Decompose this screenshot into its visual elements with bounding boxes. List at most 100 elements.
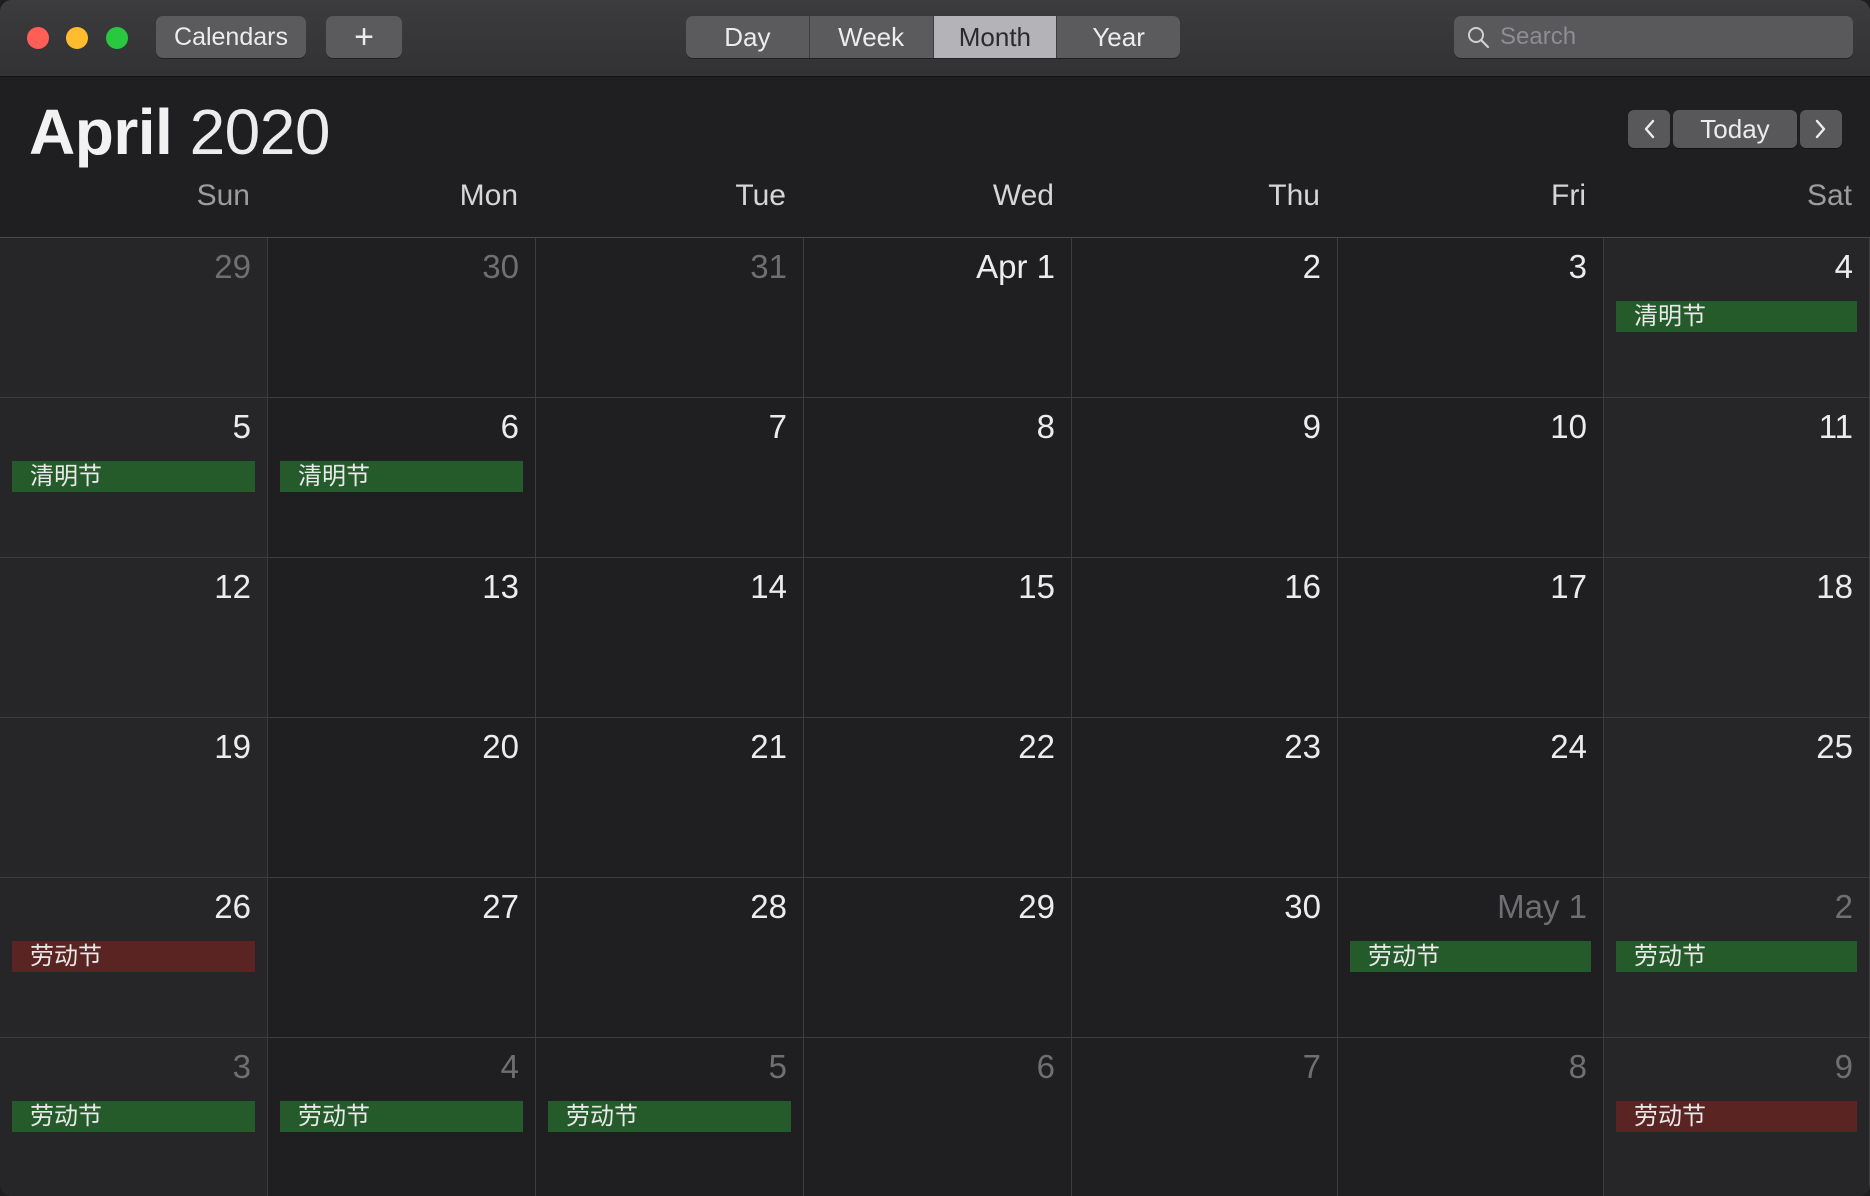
day-number: 19 [214,728,251,765]
day-cell[interactable]: 13 [268,558,536,718]
day-number: 30 [482,248,519,285]
day-number: 6 [1036,1048,1055,1085]
holiday-event[interactable]: 劳动节 [1350,941,1591,972]
day-cell[interactable]: 26 劳动节 [0,878,268,1038]
month-header: April 2020 Today Sun Mon Tue Wed Thu Fri Sat [0,77,1870,237]
holiday-event[interactable]: 劳动节 [280,1101,523,1132]
day-cell[interactable]: 8 [1338,1038,1604,1196]
day-cell[interactable]: 8 [804,398,1072,558]
holiday-event[interactable]: 劳动节 [12,1101,255,1132]
previous-month-button[interactable] [1628,110,1670,148]
day-cell[interactable]: 17 [1338,558,1604,718]
day-cell[interactable]: 27 [268,878,536,1038]
day-number: 3 [1568,248,1587,285]
view-year-button[interactable]: Year [1057,16,1180,58]
holiday-event[interactable]: 劳动节 [1616,1101,1857,1132]
day-cell[interactable]: 3 [1338,238,1604,398]
day-cell[interactable]: 24 [1338,718,1604,878]
day-cell[interactable]: 19 [0,718,268,878]
day-number: 8 [1568,1048,1587,1085]
day-cell[interactable]: 29 [0,238,268,398]
day-cell[interactable]: 7 [1072,1038,1338,1196]
calendars-button[interactable]: Calendars [156,16,306,58]
day-cell[interactable]: 2 [1072,238,1338,398]
day-number: 31 [750,248,787,285]
search-field[interactable] [1454,16,1853,58]
day-cell[interactable]: 11 [1604,398,1870,558]
day-cell[interactable]: 25 [1604,718,1870,878]
day-cell[interactable]: 30 [268,238,536,398]
day-cell[interactable]: 7 [536,398,804,558]
view-week-button[interactable]: Week [810,16,934,58]
day-cell[interactable]: 21 [536,718,804,878]
next-month-button[interactable] [1800,110,1842,148]
day-number: 29 [214,248,251,285]
holiday-event[interactable]: 清明节 [280,461,523,492]
day-number: 5 [768,1048,787,1085]
day-cell[interactable]: 3 劳动节 [0,1038,268,1196]
year-label: 2020 [189,96,331,168]
day-number: 13 [482,568,519,605]
search-icon [1468,27,1490,49]
day-cell[interactable]: 31 [536,238,804,398]
day-number: 30 [1284,888,1321,925]
today-button[interactable]: Today [1673,110,1797,148]
day-cell[interactable]: 6 [804,1038,1072,1196]
day-cell[interactable]: 16 [1072,558,1338,718]
weekday-label-mon: Mon [459,179,518,212]
holiday-event[interactable]: 劳动节 [12,941,255,972]
day-cell[interactable]: 2 劳动节 [1604,878,1870,1038]
holiday-event[interactable]: 劳动节 [1616,941,1857,972]
day-number: 29 [1018,888,1055,925]
day-cell[interactable]: 5 劳动节 [536,1038,804,1196]
add-event-button[interactable]: + [326,16,402,58]
day-number: 15 [1018,568,1055,605]
weekday-label-wed: Wed [992,179,1054,212]
close-window-button[interactable] [27,27,49,49]
day-number: 18 [1816,568,1853,605]
search-input[interactable] [1498,22,1822,52]
day-cell[interactable]: 28 [536,878,804,1038]
day-cell[interactable]: 23 [1072,718,1338,878]
day-number: 21 [750,728,787,765]
day-number: 22 [1018,728,1055,765]
day-number: 7 [1302,1048,1321,1085]
view-month-button[interactable]: Month [933,16,1058,58]
day-cell[interactable]: 18 [1604,558,1870,718]
day-cell[interactable]: 15 [804,558,1072,718]
day-number: 10 [1550,408,1587,445]
zoom-window-button[interactable] [106,27,128,49]
day-number: 24 [1550,728,1587,765]
day-cell[interactable]: 14 [536,558,804,718]
day-number: 11 [1818,408,1853,445]
view-day-button[interactable]: Day [686,16,810,58]
day-number: 9 [1834,1048,1853,1085]
page-title: April 2020 [29,95,330,169]
holiday-event[interactable]: 清明节 [12,461,255,492]
day-number: 4 [500,1048,519,1085]
view-segmented-control: Day Week Month Year [686,16,1180,58]
day-cell[interactable]: 12 [0,558,268,718]
day-cell[interactable]: 9 劳动节 [1604,1038,1870,1196]
holiday-event[interactable]: 劳动节 [548,1101,791,1132]
holiday-event[interactable]: 清明节 [1616,301,1857,332]
day-cell[interactable]: 6 清明节 [268,398,536,558]
day-cell[interactable]: 22 [804,718,1072,878]
weekday-label-sun: Sun [196,179,250,212]
day-cell[interactable]: 4 劳动节 [268,1038,536,1196]
day-cell[interactable]: May 1 劳动节 [1338,878,1604,1038]
day-cell[interactable]: 20 [268,718,536,878]
month-label: April [29,96,173,168]
day-cell[interactable]: 4 清明节 [1604,238,1870,398]
weekday-label-tue: Tue [735,179,786,212]
day-cell[interactable]: 29 [804,878,1072,1038]
day-cell[interactable]: 9 [1072,398,1338,558]
minimize-window-button[interactable] [66,27,88,49]
day-number: 5 [232,408,251,445]
day-cell[interactable]: 5 清明节 [0,398,268,558]
day-cell[interactable]: Apr 1 [804,238,1072,398]
day-number: 25 [1816,728,1853,765]
day-number: 16 [1284,568,1321,605]
day-cell[interactable]: 10 [1338,398,1604,558]
day-cell[interactable]: 30 [1072,878,1338,1038]
